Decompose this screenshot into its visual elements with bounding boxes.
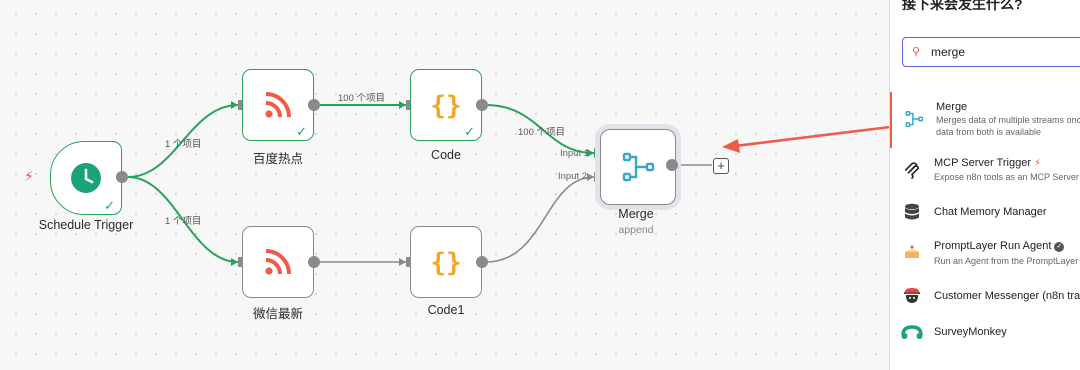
edge-label: 100 个项目 [338, 93, 385, 104]
rss-icon [265, 249, 291, 275]
item-title: SurveyMonkey [934, 326, 1007, 338]
output-port[interactable] [116, 171, 128, 183]
success-check-icon: ✓ [464, 124, 475, 139]
merge-icon [622, 152, 655, 182]
edge-arrowhead [231, 258, 238, 266]
item-title-text: MCP Server Trigger [934, 157, 1031, 169]
output-port[interactable] [476, 99, 488, 111]
clock-icon [71, 163, 101, 193]
node-option-promptlayer-run-agent[interactable]: PromptLayer Run Agent ✓ Run an Agent from… [890, 236, 1080, 270]
workflow-canvas[interactable]: ⚡ ✓ Schedule Trigger ✓ 百度热点 {} ✓ Code 微信… [0, 0, 890, 370]
messenger-icon [901, 285, 923, 307]
node-label: Merge [618, 207, 654, 221]
svg-text:{}: {} [430, 248, 461, 278]
node-option-mcp-server-trigger[interactable]: MCP Server Trigger ⚡ Expose n8n tools as … [890, 152, 1080, 190]
node-option-merge[interactable]: Merge Merges data of multiple streams on… [890, 92, 1080, 148]
add-node-button[interactable]: + [713, 158, 729, 174]
code-braces-icon: {} [430, 91, 461, 121]
surveymonkey-icon [901, 322, 923, 344]
database-icon [901, 201, 923, 223]
output-port[interactable] [666, 159, 678, 171]
panel-title: 接下来会发生什么? [902, 0, 1023, 12]
item-desc: Run an Agent from the PromptLayer [934, 256, 1079, 266]
output-port[interactable] [308, 256, 320, 268]
svg-text:{}: {} [430, 91, 461, 121]
node-label: Schedule Trigger [38, 218, 134, 232]
search-icon: ⚲ [912, 46, 921, 58]
edge-arrowhead [587, 173, 594, 181]
success-check-icon: ✓ [296, 124, 307, 139]
item-desc: Merges data of multiple streams once dat… [936, 115, 1080, 137]
node-subtitle: append [618, 224, 654, 236]
mcp-icon [901, 160, 923, 182]
search-box[interactable]: ⚲ [902, 37, 1080, 67]
rss-icon [265, 92, 291, 118]
node-rss-wechat[interactable] [242, 226, 314, 298]
item-title: PromptLayer Run Agent ✓ [934, 240, 1065, 252]
edge-label: 1 个项目 [165, 216, 202, 227]
node-rss-baidu[interactable]: ✓ [242, 69, 314, 141]
trigger-bolt-icon: ⚡ [1034, 158, 1042, 169]
node-code1[interactable]: {} [410, 226, 482, 298]
trigger-bolt-icon: ⚡ [24, 168, 34, 184]
input-label: Input 1 [560, 148, 590, 159]
verified-badge-icon: ✓ [1054, 242, 1065, 252]
node-option-customer-messenger[interactable]: Customer Messenger (n8n tra [890, 282, 1080, 310]
output-port[interactable] [308, 99, 320, 111]
promptlayer-icon [901, 241, 923, 263]
edge-label: 1 个项目 [165, 139, 202, 150]
edge-label: 100 个项目 [518, 127, 565, 138]
search-input[interactable] [931, 43, 1080, 61]
item-desc: Expose n8n tools as an MCP Server [934, 172, 1079, 182]
success-check-icon: ✓ [104, 198, 115, 213]
edge-arrowhead [399, 101, 406, 109]
annotation-arrow [734, 125, 890, 148]
item-title: Merge [936, 101, 968, 113]
annotation-arrowhead [722, 139, 740, 153]
node-merge[interactable] [600, 129, 676, 205]
node-label: Code [431, 148, 461, 162]
output-port[interactable] [476, 256, 488, 268]
input-label: Input 2 [558, 171, 588, 182]
node-label: 百度热点 [252, 152, 303, 166]
item-title: Chat Memory Manager [934, 206, 1047, 218]
node-creator-panel: 接下来会发生什么? ⚲ Merge Merges data of multipl… [889, 0, 1080, 370]
edge-arrowhead [231, 101, 238, 109]
item-title: Customer Messenger (n8n tra [934, 290, 1080, 302]
node-label: Code1 [427, 303, 465, 317]
node-option-chat-memory-manager[interactable]: Chat Memory Manager [890, 198, 1080, 226]
node-option-surveymonkey[interactable]: SurveyMonkey [890, 320, 1080, 348]
edge-arrowhead [399, 258, 406, 266]
item-title: MCP Server Trigger ⚡ [934, 157, 1041, 169]
merge-icon [903, 108, 925, 130]
node-schedule-trigger[interactable]: ✓ [50, 141, 122, 215]
node-label: 微信最新 [252, 307, 303, 321]
item-title-text: PromptLayer Run Agent [934, 240, 1052, 252]
code-braces-icon: {} [430, 248, 461, 278]
node-code[interactable]: {} ✓ [410, 69, 482, 141]
